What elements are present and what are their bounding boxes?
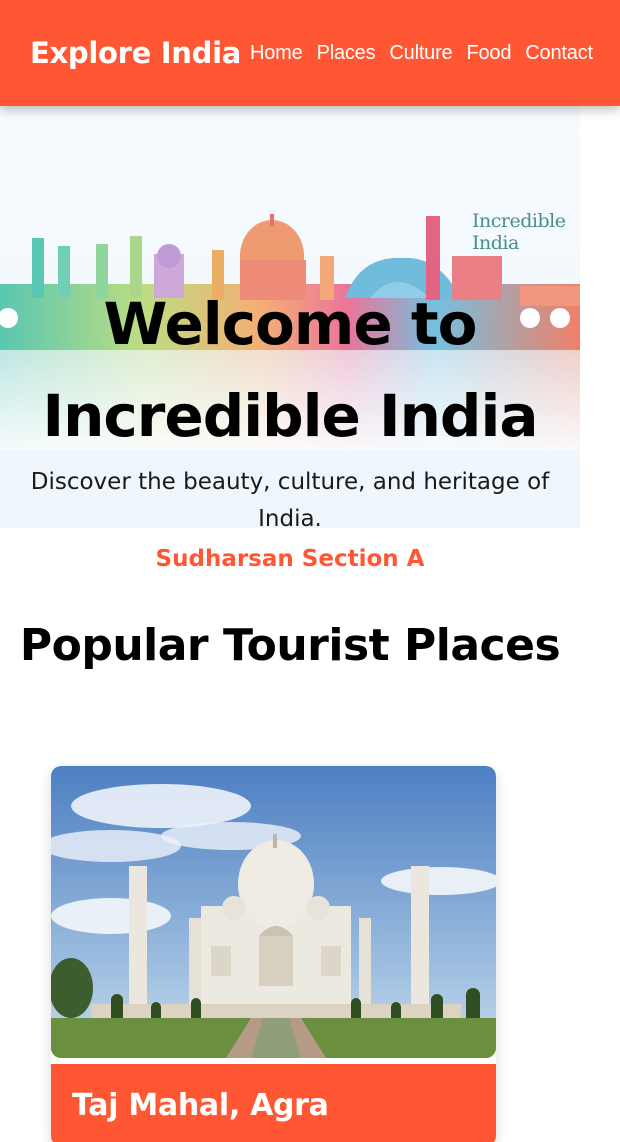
navbar: Explore India Home Places Culture Food C… (0, 0, 620, 106)
site-brand[interactable]: Explore India (30, 36, 241, 70)
nav-link-places[interactable]: Places (317, 42, 376, 65)
card-title[interactable]: Taj Mahal, Agra (72, 1088, 329, 1123)
nav-link-home[interactable]: Home (250, 42, 303, 65)
hero-title: Welcome to Incredible India (42, 290, 539, 450)
nav-link-culture[interactable]: Culture (389, 42, 452, 65)
section-tag: Sudharsan Section A (155, 546, 425, 572)
hero-subtitle: Discover the beauty, culture, and herita… (30, 469, 550, 528)
hero-banner: Incredible India Welcome to Incredible I… (0, 106, 580, 528)
taj-mahal-photo (51, 766, 496, 1058)
place-card[interactable]: Taj Mahal, Agra (51, 766, 496, 1142)
incredible-india-logo: Incredible India (472, 210, 566, 254)
card-footer: Taj Mahal, Agra (51, 1064, 496, 1142)
nav-links: Home Places Culture Food Contact (250, 42, 593, 65)
taj-mahal-image (51, 766, 496, 1058)
nav-link-food[interactable]: Food (466, 42, 511, 65)
section-heading: Popular Tourist Places (19, 620, 561, 671)
nav-link-contact[interactable]: Contact (525, 42, 593, 65)
